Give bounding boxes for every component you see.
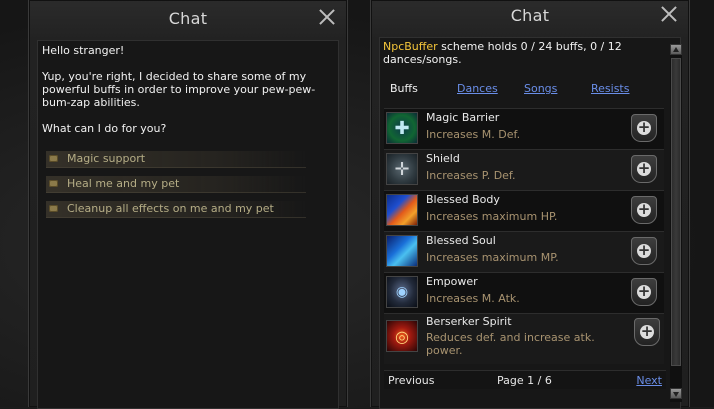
page-indicator: Page 1 / 6 [497,374,552,387]
option-heal[interactable]: Heal me and my pet [46,176,306,193]
skill-desc: Increases maximum HP. [426,210,558,223]
blessed-body-icon [386,194,418,226]
buffer-content: NpcBuffer scheme holds 0 / 24 buffs, 0 /… [379,37,682,409]
shield-icon: ✛ [386,153,418,185]
dialog-content: Hello stranger! Yup, you're right, I dec… [37,40,339,409]
magic-barrier-icon: ✚ [386,112,418,144]
add-buff-button[interactable] [634,318,660,346]
npc-message: Hello stranger! Yup, you're right, I dec… [42,44,316,135]
option-label: Cleanup all effects on me and my pet [67,202,274,215]
option-magic-support[interactable]: Magic support [46,151,306,168]
window-title: Chat [510,6,550,25]
skill-name: Empower [426,275,478,288]
skill-name: Blessed Soul [426,234,496,247]
skill-desc: Increases M. Def. [426,128,521,141]
close-icon[interactable] [661,6,677,22]
add-buff-button[interactable] [631,196,657,224]
tab-dances[interactable]: Dances [457,82,498,95]
option-label: Magic support [67,152,146,165]
tab-songs[interactable]: Songs [524,82,557,95]
berserker-spirit-icon: ◎ [386,320,418,352]
tab-resists[interactable]: Resists [591,82,629,95]
option-label: Heal me and my pet [67,177,180,190]
skill-name: Magic Barrier [426,111,500,124]
pager: Previous Page 1 / 6 Next [384,370,666,389]
skill-desc: Increases maximum MP. [426,251,559,264]
skill-desc: Increases M. Atk. [426,292,520,305]
chat-window-left: Chat Hello stranger! Yup, you're right, … [28,0,348,409]
add-buff-button[interactable] [631,278,657,306]
skill-desc: Increases P. Def. [426,169,516,182]
category-tabs: Buffs Dances Songs Resists [380,82,670,98]
tab-buffs: Buffs [390,82,418,95]
close-icon[interactable] [319,9,335,25]
next-page-link[interactable]: Next [636,374,662,387]
chat-window-right: Chat NpcBuffer scheme holds 0 / 24 buffs… [370,0,690,409]
skill-name: Blessed Body [426,193,500,206]
add-buff-button[interactable] [631,237,657,265]
skill-name: Shield [426,152,460,165]
previous-label: Previous [388,374,435,387]
skill-row: ◉ Empower Increases M. Atk. [384,272,664,313]
bullet-icon [49,205,58,212]
scrollbar[interactable] [670,44,682,402]
skill-desc: Reduces def. and increase atk. power. [426,331,595,357]
skill-row: Blessed Soul Increases maximum MP. [384,231,664,272]
skill-name: Berserker Spirit [426,315,512,328]
skill-row: ✛ Shield Increases P. Def. [384,149,664,190]
scroll-thumb[interactable] [671,58,681,366]
bullet-icon [49,155,58,162]
add-buff-button[interactable] [631,155,657,183]
scroll-up-icon[interactable] [670,44,682,55]
blessed-soul-icon [386,235,418,267]
empower-icon: ◉ [386,276,418,308]
npc-name: NpcBuffer [383,40,438,53]
option-cleanup[interactable]: Cleanup all effects on me and my pet [46,201,306,218]
add-buff-button[interactable] [631,114,657,142]
scroll-down-icon[interactable] [670,388,682,399]
skill-row: Blessed Body Increases maximum HP. [384,190,664,231]
bullet-icon [49,180,58,187]
window-title: Chat [168,9,208,28]
skill-row: ◎ Berserker Spirit Reduces def. and incr… [384,313,664,364]
skill-row: ✚ Magic Barrier Increases M. Def. [384,108,664,149]
scheme-status: NpcBuffer scheme holds 0 / 24 buffs, 0 /… [383,40,633,66]
